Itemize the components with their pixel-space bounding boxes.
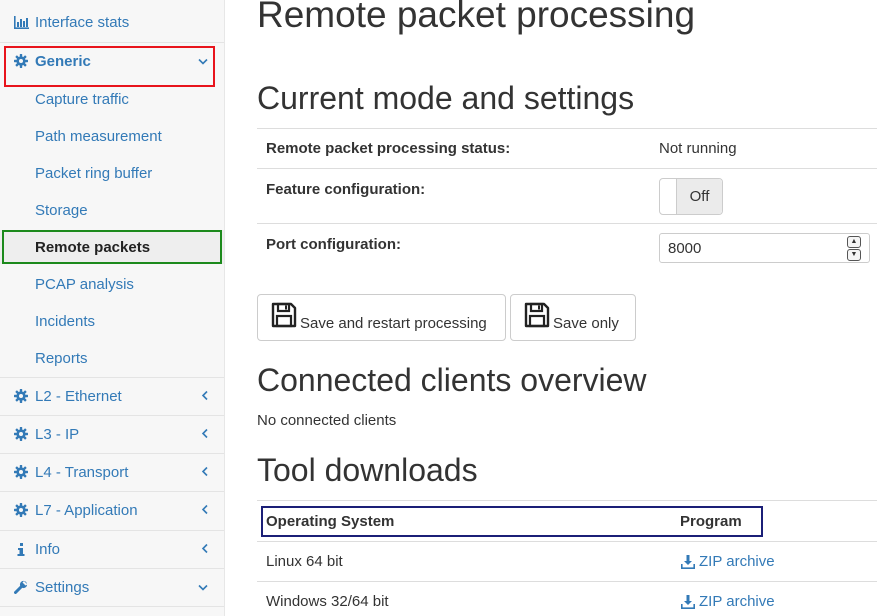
- sidebar-item-label: Interface stats: [35, 14, 130, 31]
- sidebar-item-label: PCAP analysis: [35, 275, 134, 293]
- port-value: 8000: [668, 239, 702, 257]
- toggle-state-label: Off: [677, 179, 722, 214]
- divider: [0, 453, 224, 454]
- table-header-row: Operating System Program: [257, 500, 877, 541]
- sidebar-item-label: L4 - Transport: [35, 463, 129, 481]
- divider: [0, 415, 224, 416]
- sidebar-item-label: Storage: [35, 201, 88, 219]
- save-and-restart-button[interactable]: Save and restart processing: [257, 294, 506, 341]
- sidebar-item-pcap-analysis[interactable]: PCAP analysis: [0, 267, 224, 301]
- section-heading-mode: Current mode and settings: [257, 80, 635, 116]
- sidebar-item-label: Generic: [35, 52, 91, 70]
- gear-icon: [13, 54, 29, 68]
- chevron-down-icon: [198, 580, 208, 595]
- column-header-os: Operating System: [266, 513, 395, 530]
- status-label: Remote packet processing status:: [266, 140, 511, 157]
- sidebar-item-label: Incidents: [35, 312, 96, 330]
- sidebar-item-l3-ip[interactable]: L3 - IP: [0, 417, 224, 451]
- divider: [0, 606, 224, 607]
- zip-download-link[interactable]: ZIP archive: [681, 553, 775, 570]
- sidebar-item-label: Packet ring buffer: [35, 164, 153, 182]
- bar-chart-icon: [13, 16, 29, 29]
- sidebar-item-label: Info: [35, 540, 61, 558]
- toggle-knob: [660, 179, 677, 214]
- chevron-left-icon: [201, 389, 208, 404]
- port-input[interactable]: 8000 ▲ ▼: [659, 233, 870, 263]
- sidebar-item-interface-stats[interactable]: Interface stats: [0, 6, 224, 39]
- os-cell: Windows 32/64 bit: [266, 593, 389, 610]
- table-row: Feature configuration:: [257, 168, 877, 223]
- sidebar-item-settings[interactable]: Settings: [0, 570, 224, 604]
- download-icon: [681, 554, 695, 569]
- divider: [0, 377, 224, 378]
- chevron-left-icon: [201, 427, 208, 442]
- sidebar-item-storage[interactable]: Storage: [0, 193, 224, 227]
- zip-download-link[interactable]: ZIP archive: [681, 593, 775, 610]
- save-only-button[interactable]: Save only: [510, 294, 636, 341]
- port-stepper[interactable]: ▲ ▼: [847, 236, 861, 261]
- link-label: ZIP archive: [699, 553, 775, 570]
- sidebar-item-label: L3 - IP: [35, 425, 80, 443]
- os-cell: Linux 64 bit: [266, 553, 343, 570]
- sidebar-item-remote-packets[interactable]: Remote packets: [0, 230, 224, 264]
- chevron-down-icon: [198, 54, 208, 69]
- status-value: Not running: [659, 140, 737, 157]
- button-label: Save and restart processing: [300, 315, 487, 332]
- sidebar-item-generic[interactable]: Generic: [0, 44, 224, 78]
- wrench-icon: [13, 580, 29, 594]
- download-icon: [681, 594, 695, 609]
- sidebar-item-l7-application[interactable]: L7 - Application: [0, 493, 224, 527]
- sidebar-item-label: Capture traffic: [35, 90, 129, 108]
- sidebar-item-label: Reports: [35, 349, 88, 367]
- feature-toggle[interactable]: Off: [659, 178, 723, 215]
- port-config-label: Port configuration:: [266, 236, 401, 253]
- chevron-left-icon: [201, 542, 208, 557]
- sidebar-item-l2-ethernet[interactable]: L2 - Ethernet: [0, 379, 224, 413]
- gear-icon: [13, 465, 29, 479]
- gear-icon: [13, 389, 29, 403]
- button-label: Save only: [553, 315, 619, 332]
- divider: [0, 42, 224, 43]
- table-row: Windows 32/64 bit ZIP archive: [257, 581, 877, 616]
- sidebar-item-label: Remote packets: [35, 238, 151, 256]
- page-title: Remote packet processing: [257, 0, 696, 35]
- sidebar-item-label: Path measurement: [35, 127, 162, 145]
- gear-icon: [13, 503, 29, 517]
- sidebar-item-l4-transport[interactable]: L4 - Transport: [0, 455, 224, 489]
- clients-status-text: No connected clients: [257, 412, 397, 429]
- sidebar-item-label: L2 - Ethernet: [35, 387, 122, 405]
- sidebar-item-incidents[interactable]: Incidents: [0, 304, 224, 338]
- feature-config-label: Feature configuration:: [266, 181, 426, 198]
- info-icon: [13, 542, 29, 556]
- sidebar-item-path-measurement[interactable]: Path measurement: [0, 119, 224, 153]
- section-heading-downloads: Tool downloads: [257, 452, 478, 488]
- chevron-left-icon: [201, 503, 208, 518]
- sidebar: Interface stats Generic Capture traffic …: [0, 0, 225, 616]
- floppy-disk-icon: [271, 302, 297, 332]
- sidebar-item-label: Settings: [35, 578, 90, 596]
- sidebar-item-capture-traffic[interactable]: Capture traffic: [0, 82, 224, 116]
- sidebar-item-reports[interactable]: Reports: [0, 341, 224, 375]
- link-label: ZIP archive: [699, 593, 775, 610]
- stepper-up-icon[interactable]: ▲: [847, 236, 861, 248]
- section-heading-clients: Connected clients overview: [257, 362, 647, 398]
- table-row: Remote packet processing status: Not run…: [257, 128, 877, 168]
- column-header-program: Program: [680, 513, 742, 530]
- divider: [0, 568, 224, 569]
- sidebar-item-info[interactable]: Info: [0, 532, 224, 566]
- floppy-disk-icon: [524, 302, 550, 332]
- gear-icon: [13, 427, 29, 441]
- divider: [0, 530, 224, 531]
- stepper-down-icon[interactable]: ▼: [847, 249, 861, 261]
- sidebar-item-label: L7 - Application: [35, 501, 138, 519]
- sidebar-item-packet-ring-buffer[interactable]: Packet ring buffer: [0, 156, 224, 190]
- table-row: Linux 64 bit ZIP archive: [257, 541, 877, 581]
- chevron-left-icon: [201, 465, 208, 480]
- divider: [0, 491, 224, 492]
